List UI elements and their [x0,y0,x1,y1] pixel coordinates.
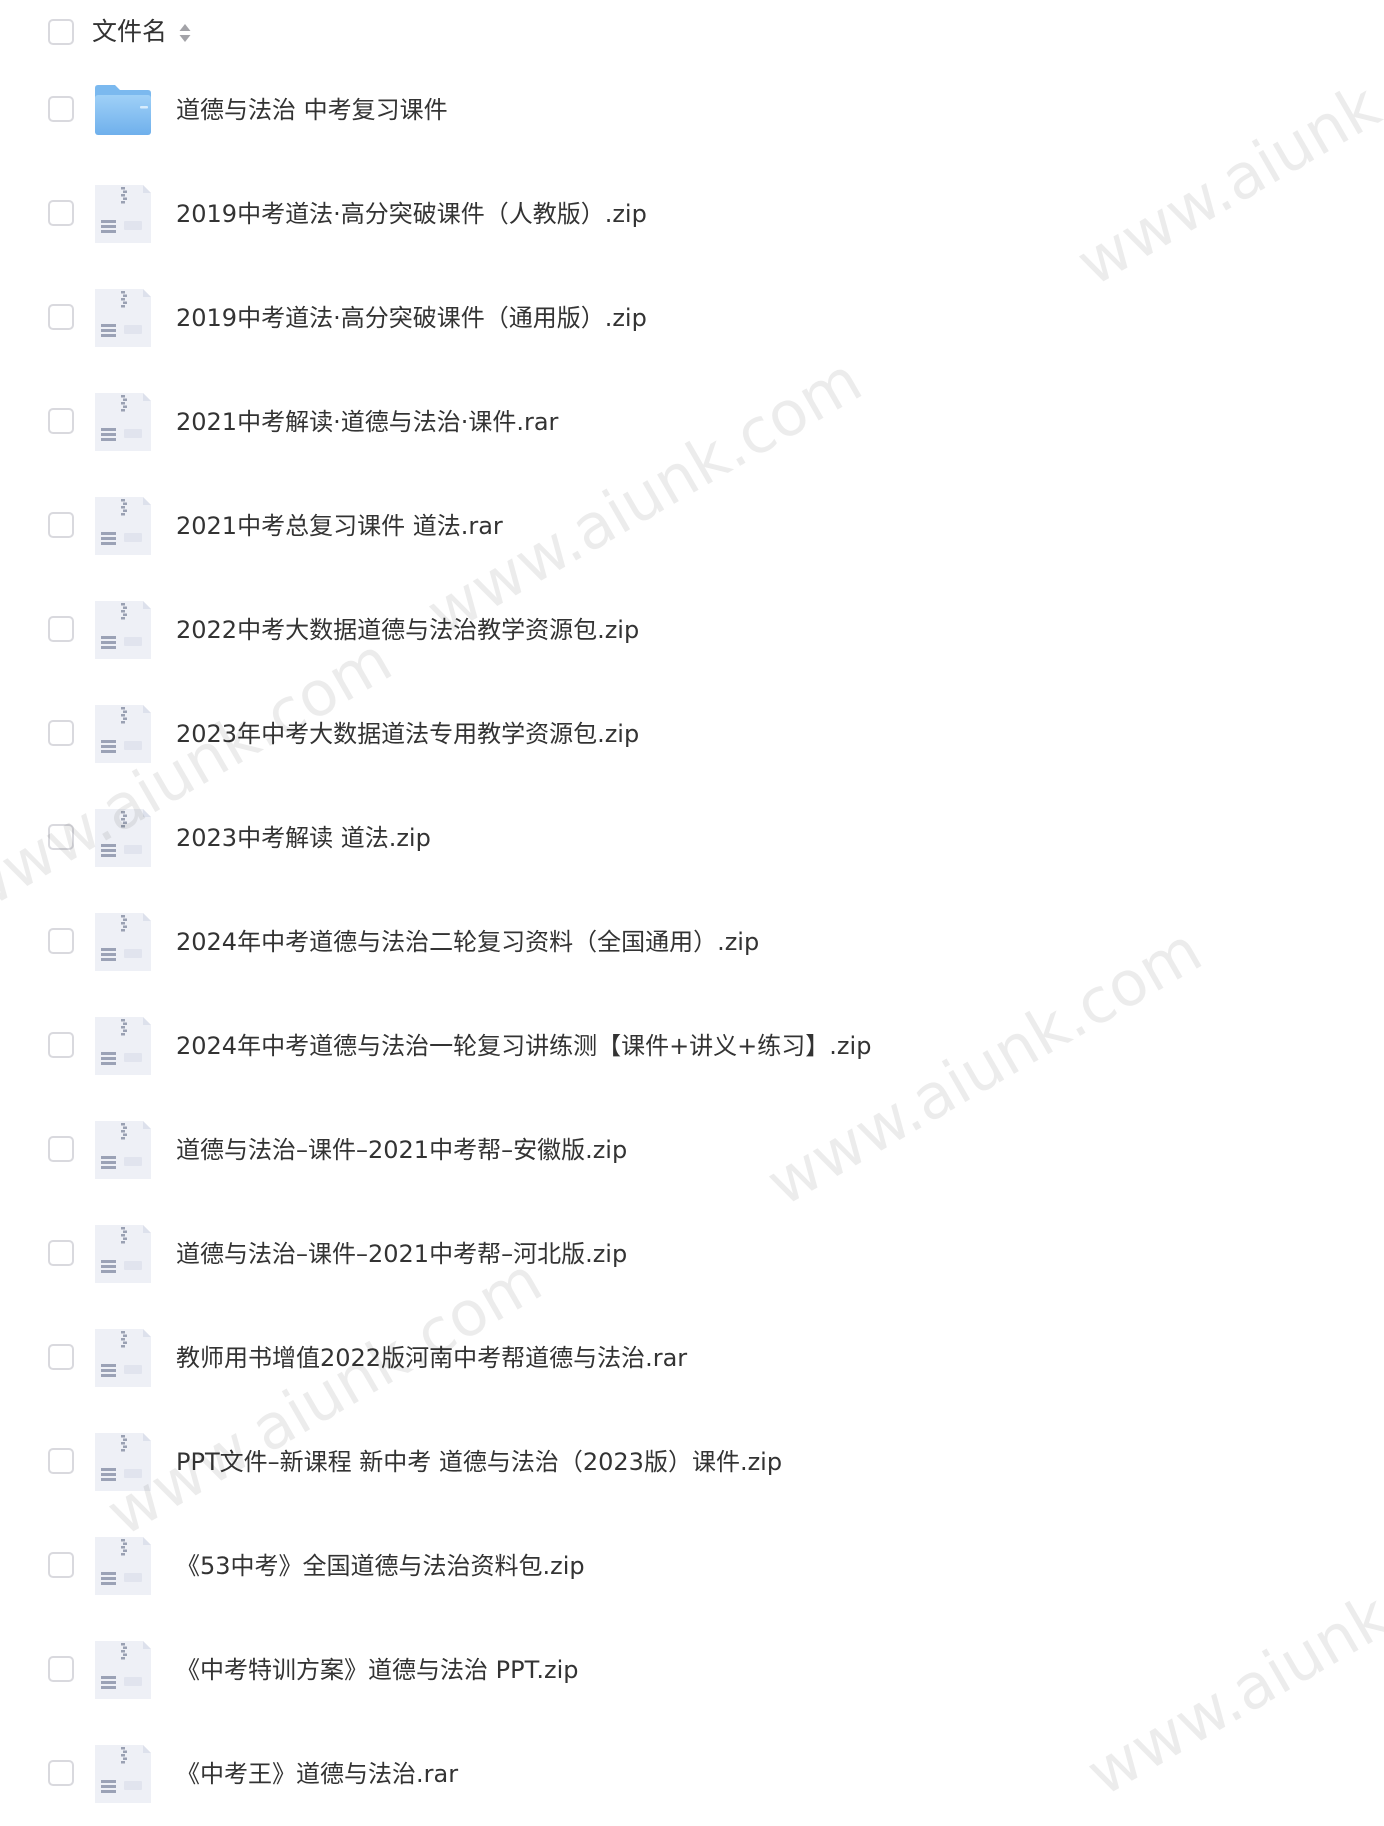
file-name[interactable]: 2023年中考大数据道法专用教学资源包.zip [176,715,639,753]
file-name[interactable]: 道德与法治–课件–2021中考帮–河北版.zip [176,1235,627,1273]
folder-icon [93,80,153,140]
file-name[interactable]: 2022中考大数据道德与法治教学资源包.zip [176,611,639,649]
zip-file-icon [93,184,153,244]
file-name[interactable]: 2021中考总复习课件 道法.rar [176,507,503,545]
file-row[interactable]: 《中考王》道德与法治.rar [0,1722,1384,1826]
row-checkbox[interactable] [48,1760,74,1786]
sort-icon[interactable] [178,21,192,45]
file-name[interactable]: 2024年中考道德与法治二轮复习资料（全国通用）.zip [176,923,759,961]
zip-file-icon [93,1224,153,1284]
row-checkbox[interactable] [48,1136,74,1162]
zip-file-icon [93,600,153,660]
file-row[interactable]: 道德与法治–课件–2021中考帮–安徽版.zip [0,1098,1384,1202]
row-checkbox[interactable] [48,1552,74,1578]
file-row[interactable]: 教师用书增值2022版河南中考帮道德与法治.rar [0,1306,1384,1410]
row-checkbox[interactable] [48,720,74,746]
zip-file-icon [93,288,153,348]
file-row[interactable]: 2023年中考大数据道法专用教学资源包.zip [0,682,1384,786]
zip-file-icon [93,1640,153,1700]
file-name[interactable]: 2019中考道法·高分突破课件（通用版）.zip [176,299,647,337]
file-name[interactable]: PPT文件–新课程 新中考 道德与法治（2023版）课件.zip [176,1443,782,1481]
file-name[interactable]: 道德与法治–课件–2021中考帮–安徽版.zip [176,1131,627,1169]
file-row[interactable]: 2024年中考道德与法治二轮复习资料（全国通用）.zip [0,890,1384,994]
file-name[interactable]: 道德与法治 中考复习课件 [176,91,448,129]
row-checkbox[interactable] [48,96,74,122]
select-all-checkbox[interactable] [48,19,74,45]
zip-file-icon [93,808,153,868]
file-row[interactable]: 2024年中考道德与法治一轮复习讲练测【课件+讲义+练习】.zip [0,994,1384,1098]
file-row[interactable]: 道德与法治–课件–2021中考帮–河北版.zip [0,1202,1384,1306]
file-row[interactable]: 道德与法治 中考复习课件 [0,58,1384,162]
file-list-header: 文件名 [0,0,1384,66]
zip-file-icon [93,1536,153,1596]
zip-file-icon [93,704,153,764]
file-name[interactable]: 《53中考》全国道德与法治资料包.zip [176,1547,585,1585]
zip-file-icon [93,912,153,972]
file-row[interactable]: 2019中考道法·高分突破课件（人教版）.zip [0,162,1384,266]
row-checkbox[interactable] [48,1344,74,1370]
row-checkbox[interactable] [48,928,74,954]
file-name[interactable]: 2023中考解读 道法.zip [176,819,431,857]
row-checkbox[interactable] [48,1032,74,1058]
zip-file-icon [93,392,153,452]
file-name[interactable]: 教师用书增值2022版河南中考帮道德与法治.rar [176,1339,687,1377]
file-name[interactable]: 《中考特训方案》道德与法治 PPT.zip [176,1651,579,1689]
row-checkbox[interactable] [48,824,74,850]
file-row[interactable]: 《中考特训方案》道德与法治 PPT.zip [0,1618,1384,1722]
zip-file-icon [93,1744,153,1804]
file-row[interactable]: 2021中考解读·道德与法治·课件.rar [0,370,1384,474]
row-checkbox[interactable] [48,200,74,226]
file-name[interactable]: 2019中考道法·高分突破课件（人教版）.zip [176,195,647,233]
file-row[interactable]: 2023中考解读 道法.zip [0,786,1384,890]
zip-file-icon [93,1016,153,1076]
row-checkbox[interactable] [48,304,74,330]
file-name[interactable]: 2021中考解读·道德与法治·课件.rar [176,403,558,441]
file-name[interactable]: 《中考王》道德与法治.rar [176,1755,458,1793]
zip-file-icon [93,496,153,556]
zip-file-icon [93,1120,153,1180]
row-checkbox[interactable] [48,1240,74,1266]
row-checkbox[interactable] [48,408,74,434]
file-name[interactable]: 2024年中考道德与法治一轮复习讲练测【课件+讲义+练习】.zip [176,1027,871,1065]
file-row[interactable]: PPT文件–新课程 新中考 道德与法治（2023版）课件.zip [0,1410,1384,1514]
file-row[interactable]: 2022中考大数据道德与法治教学资源包.zip [0,578,1384,682]
file-row[interactable]: 2021中考总复习课件 道法.rar [0,474,1384,578]
file-row[interactable]: 《53中考》全国道德与法治资料包.zip [0,1514,1384,1618]
row-checkbox[interactable] [48,616,74,642]
row-checkbox[interactable] [48,1448,74,1474]
zip-file-icon [93,1432,153,1492]
row-checkbox[interactable] [48,512,74,538]
file-row[interactable]: 2019中考道法·高分突破课件（通用版）.zip [0,266,1384,370]
filename-column-header[interactable]: 文件名 [92,14,167,50]
zip-file-icon [93,1328,153,1388]
row-checkbox[interactable] [48,1656,74,1682]
